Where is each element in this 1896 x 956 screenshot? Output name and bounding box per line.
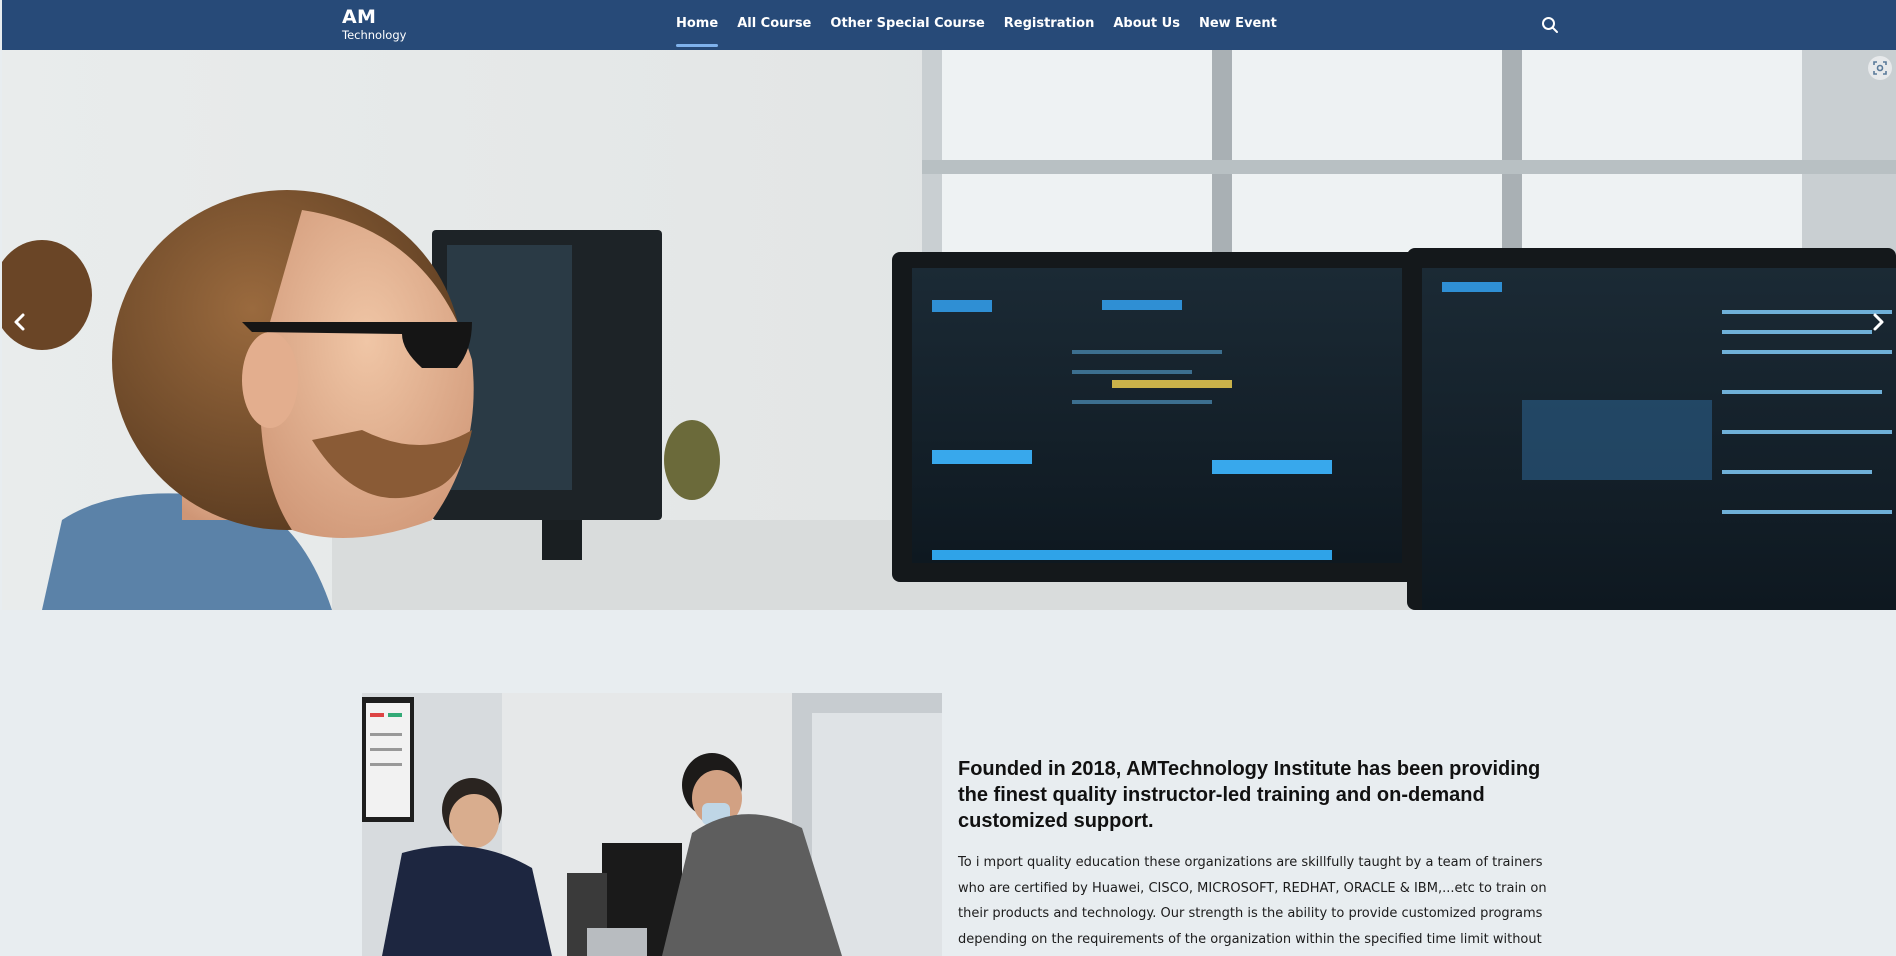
brand-logo[interactable]: AM Technology [342,6,406,42]
main-nav: Home All Course Other Special Course Reg… [676,0,1296,50]
brand-subtitle: Technology [342,28,407,42]
scan-icon[interactable] [1868,56,1892,80]
nav-item-registration[interactable]: Registration [1004,0,1095,50]
nav-item-other-special-course[interactable]: Other Special Course [830,0,984,50]
hero-carousel [2,50,1896,610]
chevron-left-icon[interactable] [6,308,34,336]
nav-item-about-us[interactable]: About Us [1113,0,1180,50]
top-navbar: AM Technology Home All Course Other Spec… [2,0,1896,50]
search-icon[interactable] [1540,15,1560,35]
nav-item-all-course[interactable]: All Course [737,0,811,50]
brand-name: AM [342,6,377,28]
chevron-right-icon[interactable] [1864,308,1892,336]
about-photo [362,693,942,956]
about-description: To i mport quality education these organ… [958,855,1547,947]
about-heading: Founded in 2018, AMTechnology Institute … [958,758,1541,832]
hero-image [2,50,1896,610]
nav-item-home[interactable]: Home [676,0,719,50]
nav-item-new-event[interactable]: New Event [1199,0,1277,50]
